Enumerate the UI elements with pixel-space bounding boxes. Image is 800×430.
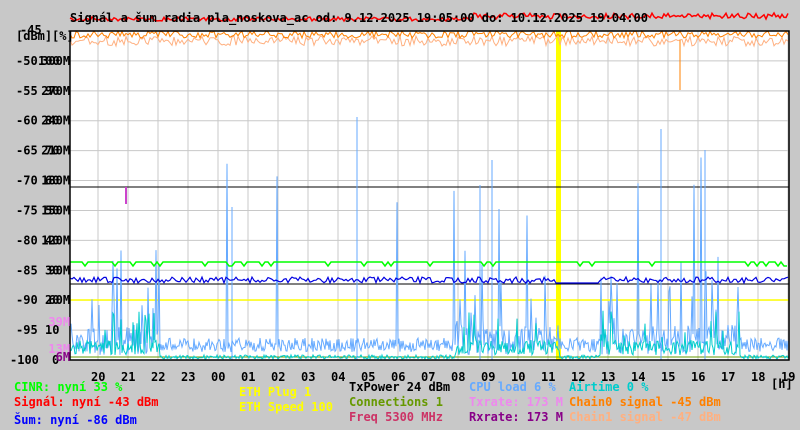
y-tick-rate: 300M <box>41 54 70 68</box>
y-tick-rate: 120M <box>41 233 70 247</box>
legend-signal: Signál: nyní -43 dBm <box>14 395 159 409</box>
y-tick-dbm: -95 <box>16 323 38 337</box>
x-tick-label: 17 <box>721 370 735 384</box>
x-tick-label: 22 <box>151 370 165 384</box>
x-tick-label: 01 <box>241 370 255 384</box>
legend-txrate: Txrate: 173 M <box>469 395 563 409</box>
y-tick-dbm: -75 <box>16 203 38 217</box>
y-tick-dbm: -90 <box>16 293 38 307</box>
y-tick-dbm: -55 <box>16 84 38 98</box>
x-tick-label: 23 <box>181 370 195 384</box>
y-tick-rate: 180M <box>41 174 70 188</box>
signal-noise-chart: -45-50 100300M-55 90270M-60 80240M-65 70210M… <box>10 11 795 391</box>
legend-eth-plug: ETH Plug 1 <box>239 385 312 399</box>
y-tick-dbm: -100 <box>10 353 39 367</box>
data-gap-marker <box>556 31 561 360</box>
y-tick-dbm: -65 <box>16 144 38 158</box>
legend-airtime: Airtime 0 % <box>569 380 649 394</box>
y-tick-rate: 270M <box>41 84 70 98</box>
y-tick-dbm: -80 <box>16 233 38 247</box>
y-tick-dbm: -85 <box>16 263 38 277</box>
legend-rxrate: Rxrate: 173 M <box>469 410 563 424</box>
legend-freq: Freq 5300 MHz <box>349 410 443 424</box>
y-unit-dbm: [dBm] <box>16 29 52 43</box>
legend-txpower: TxPower 24 dBm <box>349 380 451 394</box>
legend-chain0: Chain0 signal -45 dBm <box>569 395 721 409</box>
rate-marker: 6M <box>56 350 70 364</box>
x-tick-label: 04 <box>331 370 345 384</box>
x-tick-label: 16 <box>691 370 705 384</box>
y-tick-rate: 210M <box>41 144 70 158</box>
legend-chain1: Chain1 signal -47 dBm <box>569 410 721 424</box>
legend-connections: Connections 1 <box>349 395 443 409</box>
y-unit-pct: [%] <box>52 29 74 43</box>
chart-title: Signál a šum radia pla_noskova_ac od: 9.… <box>70 11 648 26</box>
x-tick-label: 03 <box>301 370 315 384</box>
y-tick-rate: 60M <box>48 293 70 307</box>
rate-marker: 39M <box>48 315 70 329</box>
y-tick-dbm: -60 <box>16 114 38 128</box>
x-tick-label: 15 <box>661 370 675 384</box>
legend-cpu: CPU load 6 % <box>469 380 556 394</box>
x-unit: [h] <box>771 377 793 391</box>
x-tick-label: 02 <box>271 370 285 384</box>
legend-cinr: CINR: nyní 33 % <box>14 380 123 394</box>
legend-noise: Šum: nyní -86 dBm <box>14 413 137 427</box>
x-tick-label: 00 <box>211 370 225 384</box>
y-tick-dbm: -50 <box>16 54 38 68</box>
x-tick-label: 08 <box>451 370 465 384</box>
y-tick-rate: 150M <box>41 203 70 217</box>
y-tick-rate: 90M <box>48 263 70 277</box>
legend-eth-speed: ETH Speed 100 <box>239 400 333 414</box>
y-tick-rate: 240M <box>41 114 70 128</box>
x-tick-label: 21 <box>121 370 135 384</box>
x-tick-label: 18 <box>751 370 765 384</box>
y-tick-dbm: -70 <box>16 174 38 188</box>
